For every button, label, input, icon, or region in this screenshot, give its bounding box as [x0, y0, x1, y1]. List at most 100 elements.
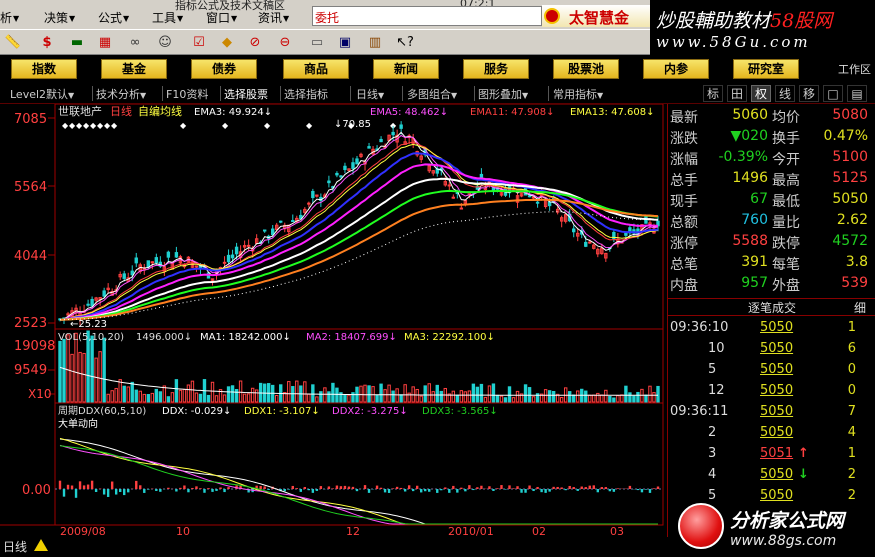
ddx-bar	[504, 489, 507, 490]
nav-index[interactable]: 指数	[11, 59, 77, 79]
ddx-bar	[536, 486, 539, 489]
chart-area[interactable]: ◆ ◆ ◆ ◆ ◆ ◆ ◆ ◆ ◆ ◆ ◆ ◆ ◆ ◆ 世联地产 日线 自编均线 EMA3: 49.924…	[0, 104, 667, 537]
volume-bar	[467, 390, 472, 403]
menu-info[interactable]: 资讯▼	[258, 9, 289, 26]
watermark-text-a: 炒股輔助教材	[656, 10, 771, 32]
trade-row[interactable]: 09:36:10 5050 1	[668, 318, 875, 339]
nav-bond[interactable]: 债券	[191, 59, 257, 79]
event-marker: ◆	[104, 121, 111, 130]
menu-decision[interactable]: 决策▼	[44, 9, 75, 26]
sub-common-indicators[interactable]: 常用指标▼	[553, 86, 603, 102]
sub-tech-analysis[interactable]: 技术分析▼	[96, 86, 146, 102]
candle-body	[150, 261, 155, 264]
quote-label: 量比	[772, 215, 800, 231]
stop-icon[interactable]: ⊖	[276, 34, 294, 52]
volume-bar	[351, 392, 355, 403]
rtab-box[interactable]: □	[823, 85, 843, 102]
ruler-icon[interactable]: 📏	[4, 34, 22, 52]
menu-formula[interactable]: 公式▼	[98, 9, 129, 26]
sub-f10[interactable]: F10资料	[166, 86, 208, 102]
brand-banner[interactable]: 太智慧金	[542, 5, 650, 27]
menu-analysis[interactable]: 析▼	[0, 9, 19, 26]
volume-bar	[523, 384, 528, 403]
entrust-bar[interactable]: 委托	[312, 6, 542, 26]
high-annotation: ↓70.85	[334, 119, 371, 130]
volume-bar	[572, 394, 576, 403]
trade-row[interactable]: 2 5050 4	[668, 423, 875, 444]
event-marker: ◆	[69, 121, 76, 130]
rtab-grid[interactable]: 田	[727, 85, 747, 102]
nav-fund[interactable]: 基金	[101, 59, 167, 79]
volume-bar	[242, 393, 247, 403]
volume-bar	[435, 384, 439, 403]
trades-detail-button[interactable]: 细	[854, 299, 866, 317]
people-icon[interactable]: ☺	[156, 34, 174, 52]
volume-bar	[210, 381, 215, 403]
document-icon[interactable]: ▭	[308, 34, 326, 52]
ddx-bar	[179, 487, 182, 489]
ddx-bar	[319, 486, 323, 489]
binoculars-icon[interactable]: ∞	[126, 34, 144, 52]
quote-value: 1496	[732, 170, 768, 186]
sub-period[interactable]: 日线▼	[356, 86, 384, 102]
nav-insider[interactable]: 内参	[643, 59, 709, 79]
book-icon[interactable]: ▥	[366, 34, 384, 52]
trade-row[interactable]: 12 5050 0	[668, 381, 875, 402]
sub-select-indicator[interactable]: 选择指标	[284, 86, 328, 102]
help-cursor-icon[interactable]: ↖?	[396, 34, 414, 52]
sub-select-stock[interactable]: 选择股票	[224, 86, 268, 102]
ddx-bar	[127, 489, 130, 493]
quote-label: 总笔	[670, 257, 698, 273]
rtab-menu[interactable]: ▤	[847, 85, 867, 102]
warning-icon[interactable]	[34, 539, 48, 551]
trade-row[interactable]: 10 5050 6	[668, 339, 875, 360]
grid-icon[interactable]: ▦	[96, 34, 114, 52]
nav-research[interactable]: 研究室	[733, 59, 799, 79]
trade-price: 5050	[760, 362, 794, 377]
rtab-line[interactable]: 线	[775, 85, 795, 102]
sub-multi-chart[interactable]: 多图组合▼	[407, 86, 457, 102]
nav-commodity[interactable]: 商品	[283, 59, 349, 79]
rtab-move[interactable]: 移	[799, 85, 819, 102]
menu-window[interactable]: 窗口▼	[206, 9, 237, 26]
volume-bar	[375, 394, 379, 403]
candle-body	[391, 131, 395, 136]
ddx-bar	[403, 489, 407, 492]
y-label-3: 4044	[14, 249, 47, 264]
nav-stock-pool[interactable]: 股票池	[553, 59, 619, 79]
trade-row[interactable]: 3 5051 ↑ 1	[668, 444, 875, 465]
volume-bar	[146, 394, 150, 403]
menu-tools[interactable]: 工具▼	[152, 9, 183, 26]
ddx-bar	[135, 480, 138, 489]
trade-row[interactable]: 4 5050 ↓ 2	[668, 465, 875, 486]
diamond-icon[interactable]: ◆	[218, 34, 236, 52]
volume-bar	[246, 393, 251, 403]
rtab-rights[interactable]: 权	[751, 85, 771, 102]
quote-label: 涨跌	[670, 131, 698, 147]
candle-body	[102, 290, 106, 297]
window-icon[interactable]: ▣	[336, 34, 354, 52]
candle-body	[399, 124, 403, 129]
nav-workspace[interactable]: 工作区	[838, 61, 871, 77]
kline-chart[interactable]: ◆ ◆ ◆ ◆ ◆ ◆ ◆ ◆ ◆ ◆ ◆ ◆ ◆ ◆ 世联地产 日线 自编均线 EMA3: 49.924…	[0, 104, 667, 537]
volume-bar	[186, 384, 191, 403]
nav-service[interactable]: 服务	[463, 59, 529, 79]
dollar-icon[interactable]: $	[38, 34, 56, 52]
rtab-mark[interactable]: 标	[703, 85, 723, 102]
sub-level2[interactable]: Level2默认▼	[10, 86, 74, 102]
trade-row[interactable]: 09:36:11 5050 7	[668, 402, 875, 423]
quote-row: 涨停 5588 跌停 4572	[668, 232, 875, 253]
volume-bar	[616, 395, 620, 403]
ddx-bar	[335, 485, 339, 489]
sub-overlay[interactable]: 图形叠加▼	[478, 86, 528, 102]
checklist-icon[interactable]: ☑	[190, 34, 208, 52]
trade-row[interactable]: 5 5050 0	[668, 360, 875, 381]
candle-body	[572, 228, 576, 233]
site-logo: 分析家公式网 www.88gs.com	[675, 500, 875, 557]
flag-icon[interactable]: ▬	[68, 34, 86, 52]
volume-bar	[150, 392, 155, 403]
no-entry-icon[interactable]: ⊘	[246, 34, 264, 52]
nav-news[interactable]: 新闻	[373, 59, 439, 79]
quote-label: 内盘	[670, 278, 698, 294]
volume-bar	[427, 383, 431, 403]
